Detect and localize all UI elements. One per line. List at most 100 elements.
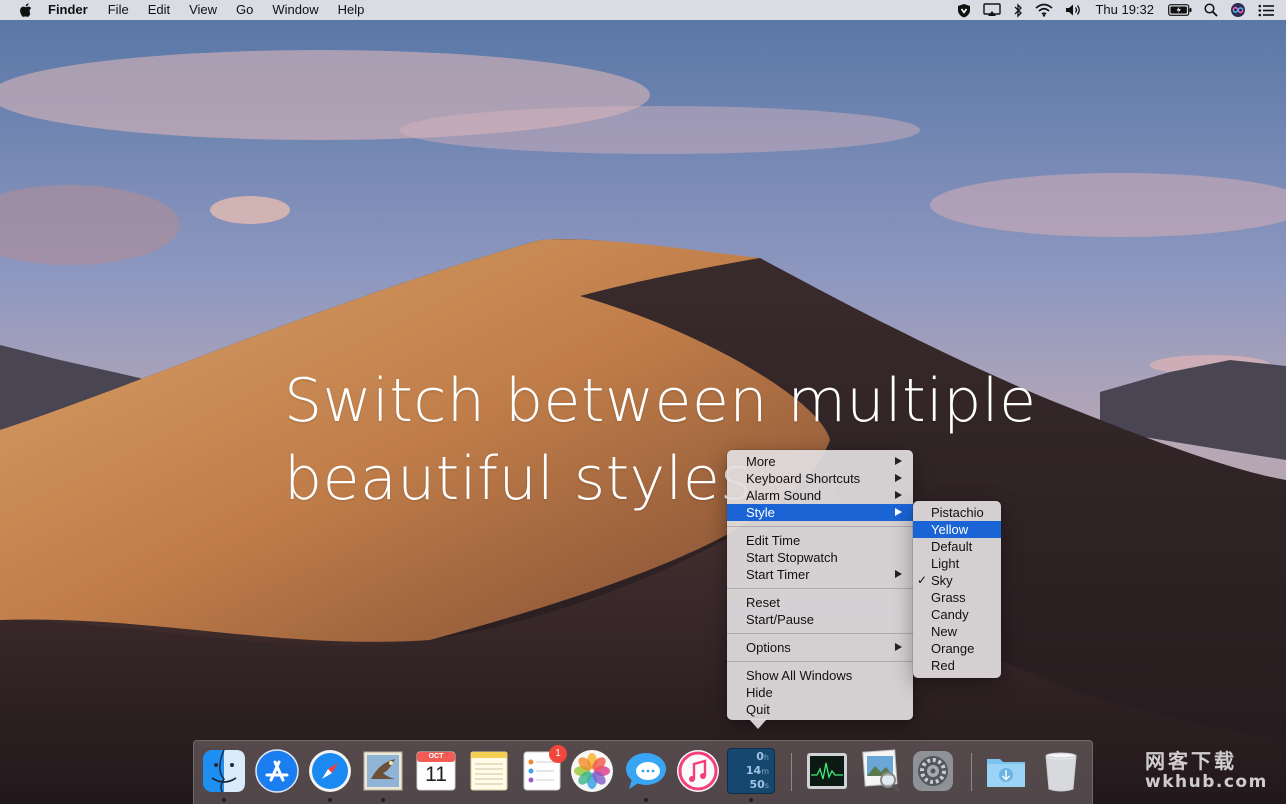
calendar-icon[interactable]: OCT 11 [414,749,458,793]
menu-item-options[interactable]: Options [727,639,913,656]
submenu-arrow-icon [895,491,902,499]
reminders-icon[interactable]: 1 [520,745,567,793]
airplay-icon[interactable] [983,0,1002,20]
menu-item-alarm-sound[interactable]: Alarm Sound [727,487,913,504]
volume-icon[interactable] [1065,0,1083,20]
menu-item-label: Show All Windows [746,668,853,683]
calendar-day: 11 [425,763,447,786]
menu-item-label: Options [746,640,791,655]
style-option-red[interactable]: Red [913,657,1001,674]
menu-bar: Finder File Edit View Go Window Help Thu… [0,0,1286,20]
menu-window[interactable]: Window [272,0,318,20]
style-option-sky[interactable]: ✓ Sky [913,572,1001,589]
menu-item-keyboard-shortcuts[interactable]: Keyboard Shortcuts [727,470,913,487]
mail-icon[interactable] [361,749,405,793]
headline: Switch between multiple beautiful styles [284,362,1044,518]
running-indicator [222,798,226,802]
style-option-grass[interactable]: Grass [913,589,1001,606]
app-store-icon[interactable] [255,749,299,793]
menu-separator [727,588,913,589]
style-option-label: Default [931,539,973,554]
style-option-pistachio[interactable]: Pistachio [913,504,1001,521]
safari-icon[interactable] [308,749,352,793]
style-option-orange[interactable]: Orange [913,640,1001,657]
trash-icon[interactable] [1039,749,1083,793]
timer-minutes: 14m [746,764,769,778]
spotlight-icon[interactable] [1204,0,1218,20]
style-option-candy[interactable]: Candy [913,606,1001,623]
style-option-label: Orange [931,641,975,656]
finder-icon[interactable] [202,749,246,793]
menu-item-start-pause[interactable]: Start/Pause [727,611,913,628]
watermark-line-1: 网客下载 [1145,749,1237,773]
menu-go[interactable]: Go [236,0,253,20]
submenu-arrow-icon [895,570,902,578]
menu-pointer-tail [749,719,767,729]
wifi-icon[interactable] [1035,0,1053,20]
timer-hours-unit: h [763,753,769,762]
menu-separator [727,526,913,527]
style-option-yellow[interactable]: Yellow [913,521,1001,538]
battery-icon[interactable] [1168,0,1192,20]
style-option-label: Light [931,556,960,571]
siri-icon[interactable] [1230,0,1246,20]
menu-view[interactable]: View [189,0,217,20]
downloads-folder-icon[interactable] [984,749,1028,793]
activity-monitor-icon[interactable] [805,749,849,793]
photos-icon[interactable] [570,749,614,793]
menu-item-start-stopwatch[interactable]: Start Stopwatch [727,549,913,566]
menu-item-show-all-windows[interactable]: Show All Windows [727,667,913,684]
menu-item-reset[interactable]: Reset [727,594,913,611]
vpn-shield-icon[interactable] [957,0,971,20]
dock-divider [971,753,972,791]
notes-icon[interactable] [467,749,511,793]
menu-separator [727,633,913,634]
timer-minutes-unit: m [761,767,769,776]
style-option-label: Pistachio [931,505,984,520]
preview-icon[interactable] [858,749,902,793]
menu-item-hide[interactable]: Hide [727,684,913,701]
menu-item-label: Edit Time [746,533,801,548]
submenu-arrow-icon [895,508,902,516]
timer-seconds-unit: s [764,781,769,790]
style-option-light[interactable]: Light [913,555,1001,572]
itunes-icon[interactable] [676,749,720,793]
notification-center-icon[interactable] [1258,0,1274,20]
dock-divider [791,753,792,791]
style-option-label: Candy [931,607,969,622]
menu-item-more[interactable]: More [727,453,913,470]
checkmark-icon: ✓ [917,573,928,587]
running-indicator [749,798,753,802]
dock: OCT 11 1 0h 14m 50s [193,740,1093,804]
menu-bar-clock[interactable]: Thu 19:32 [1095,0,1154,20]
messages-icon[interactable] [624,749,668,793]
bluetooth-icon[interactable] [1013,0,1023,20]
apple-menu-icon[interactable] [16,0,34,20]
menu-item-start-timer[interactable]: Start Timer [727,566,913,583]
menu-item-edit-time[interactable]: Edit Time [727,532,913,549]
menu-item-label: Hide [746,685,773,700]
menu-file[interactable]: File [108,0,129,20]
menu-item-label: Reset [746,595,780,610]
timer-seconds: 50s [750,778,769,792]
menu-app-name[interactable]: Finder [48,0,88,20]
system-preferences-icon[interactable] [911,749,955,793]
style-option-new[interactable]: New [913,623,1001,640]
menu-item-label: Style [746,505,775,520]
menu-item-label: Start Stopwatch [746,550,838,565]
menu-item-style[interactable]: Style [727,504,913,521]
menu-item-quit[interactable]: Quit [727,701,913,718]
menu-help[interactable]: Help [338,0,365,20]
timer-hours-value: 0 [756,750,764,763]
style-option-label: Sky [931,573,953,588]
reminders-badge: 1 [549,745,567,763]
running-indicator [381,798,385,802]
menu-separator [727,661,913,662]
timer-app-icon[interactable]: 0h 14m 50s [727,748,775,794]
style-option-default[interactable]: Default [913,538,1001,555]
menu-item-label: Quit [746,702,770,717]
menu-edit[interactable]: Edit [148,0,170,20]
submenu-arrow-icon [895,643,902,651]
submenu-arrow-icon [895,474,902,482]
menu-item-label: More [746,454,776,469]
